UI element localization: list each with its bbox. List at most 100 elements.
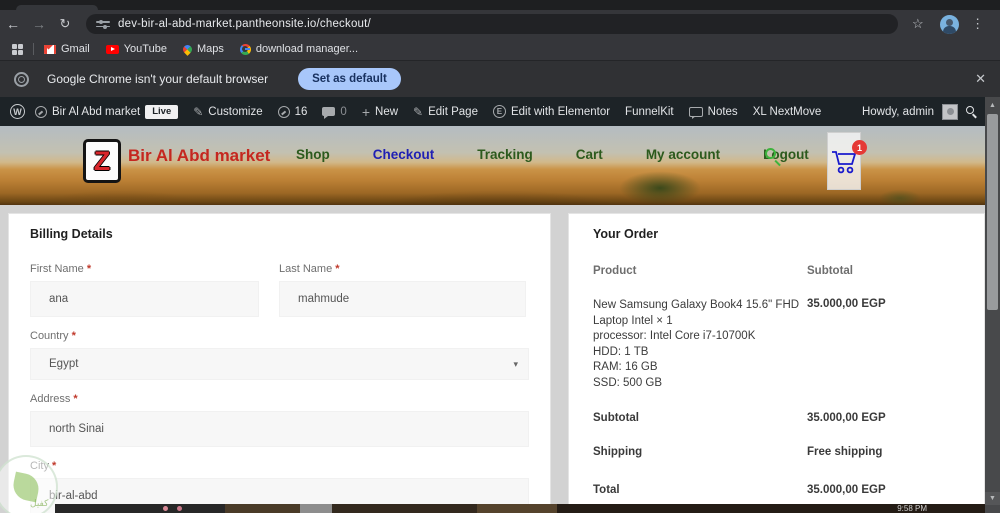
shipping-label: Shipping xyxy=(593,446,643,458)
profile-avatar[interactable] xyxy=(939,14,959,34)
comments-count: 0 xyxy=(340,105,347,118)
forward-icon[interactable]: → xyxy=(26,16,52,32)
scroll-down-icon[interactable]: ▼ xyxy=(985,492,1000,505)
admin-avatar[interactable] xyxy=(942,103,958,120)
divider xyxy=(33,43,34,55)
scroll-up-icon[interactable]: ▲ xyxy=(985,99,1000,112)
adminbar-customize[interactable]: ✎ Customize xyxy=(193,105,262,119)
bookmarks-bar: Gmail YouTube Maps download manager... xyxy=(0,38,1000,60)
adminbar-comments[interactable]: 0 xyxy=(322,105,347,119)
updates-icon xyxy=(277,105,290,118)
country-value: Egypt xyxy=(49,358,79,370)
nav-checkout[interactable]: Checkout xyxy=(373,147,435,162)
infobar-message: Google Chrome isn't your default browser xyxy=(47,72,269,86)
subtotal-label: Subtotal xyxy=(593,412,639,424)
adminbar-search-icon[interactable] xyxy=(966,106,977,119)
site-info-icon[interactable] xyxy=(96,19,110,29)
browser-window: ← → ↻ dev-bir-al-abd-market.pantheonsite… xyxy=(0,0,1000,513)
updates-count: 16 xyxy=(294,105,308,118)
wp-admin-bar: W Bir Al Abd market Live ✎ Customize 16 … xyxy=(0,97,985,126)
customize-label: Customize xyxy=(208,105,263,118)
order-subtotal-row: Subtotal 35.000,00 EGP xyxy=(593,412,963,424)
comments-bubble-icon xyxy=(322,107,336,119)
order-shipping-row: Shipping Free shipping xyxy=(593,446,963,458)
billing-details-card: Billing Details First Name * Last Name * xyxy=(8,213,551,513)
xl-nextmove-label: XL NextMove xyxy=(752,105,822,118)
bookmark-label: Maps xyxy=(196,43,224,55)
default-browser-infobar: Google Chrome isn't your default browser… xyxy=(0,60,1000,97)
first-name-field[interactable] xyxy=(30,281,259,317)
google-g-icon xyxy=(239,43,251,55)
dashboard-icon xyxy=(35,105,47,118)
bookmark-maps[interactable]: Maps xyxy=(181,42,224,56)
apps-grid-icon[interactable] xyxy=(12,43,23,55)
browser-menu-icon[interactable]: ⋮ xyxy=(969,16,987,32)
site-header: Z Bir Al Abd market Shop Checkout Tracki… xyxy=(0,126,985,205)
country-select[interactable]: Egypt ▾ xyxy=(30,348,529,380)
scrollbar-thumb[interactable] xyxy=(987,114,998,310)
product-qty-line: Laptop Intel × 1 xyxy=(593,314,673,327)
site-logo[interactable]: Z xyxy=(83,139,121,183)
order-heading: Your Order xyxy=(593,227,659,241)
bookmark-download-manager[interactable]: download manager... xyxy=(239,43,359,55)
notes-bubble-icon xyxy=(688,106,703,119)
infobar-close-icon[interactable]: ✕ xyxy=(975,71,986,87)
page-content: Billing Details First Name * Last Name * xyxy=(0,205,985,513)
page-scrollbar[interactable]: ▲ ▼ xyxy=(985,97,1000,513)
order-item-row: New Samsung Galaxy Book4 15.6" FHD Lapto… xyxy=(593,298,963,391)
adminbar-site-name[interactable]: Bir Al Abd market Live xyxy=(35,104,179,119)
url-text[interactable]: dev-bir-al-abd-market.pantheonsite.io/ch… xyxy=(118,18,371,30)
set-as-default-button[interactable]: Set as default xyxy=(298,68,401,90)
bookmark-label: YouTube xyxy=(123,43,167,55)
bookmark-gmail[interactable]: Gmail xyxy=(44,43,90,55)
adminbar-xl-nextmove[interactable]: XL NextMove xyxy=(753,106,822,118)
watermark-text: كفيل xyxy=(30,498,49,508)
clock-text: 9:58 PM xyxy=(897,504,927,513)
last-name-label: Last Name * xyxy=(279,263,340,275)
bookmark-youtube[interactable]: YouTube xyxy=(105,43,167,55)
bookmark-label: download manager... xyxy=(255,43,359,55)
back-icon[interactable]: ← xyxy=(0,16,26,32)
product-name-line: New Samsung Galaxy Book4 15.6" FHD xyxy=(593,299,800,311)
product-spec-hdd: HDD: 1 TB xyxy=(593,345,649,358)
nav-my-account[interactable]: My account xyxy=(646,147,720,162)
elementor-icon: E xyxy=(492,105,506,118)
adminbar-new[interactable]: + New xyxy=(362,104,398,120)
site-name-label: Bir Al Abd market xyxy=(52,105,141,118)
address-field[interactable] xyxy=(30,411,529,447)
required-mark: * xyxy=(73,393,78,405)
item-price: 35.000,00 EGP xyxy=(807,298,886,310)
nav-cart[interactable]: Cart xyxy=(576,147,603,162)
site-title[interactable]: Bir Al Abd market xyxy=(128,146,270,166)
nav-shop[interactable]: Shop xyxy=(296,147,330,162)
next-section-strip: 9:58 PM xyxy=(55,504,985,513)
plus-icon: + xyxy=(361,103,371,120)
header-search-icon[interactable] xyxy=(765,148,781,167)
adminbar-updates[interactable]: 16 xyxy=(277,105,308,118)
product-spec-processor: processor: Intel Core i7-10700K xyxy=(593,330,756,342)
total-label: Total xyxy=(593,484,620,496)
wordpress-logo-icon[interactable]: W xyxy=(10,104,25,119)
funnelkit-label: FunnelKit xyxy=(625,105,674,118)
required-mark: * xyxy=(71,330,76,342)
gmail-icon xyxy=(44,44,56,54)
address-bar[interactable]: dev-bir-al-abd-market.pantheonsite.io/ch… xyxy=(86,14,898,34)
cart-button[interactable]: 1 xyxy=(827,132,867,190)
address-label: Address * xyxy=(30,393,78,405)
live-badge: Live xyxy=(145,104,179,119)
product-column-header: Product xyxy=(593,265,637,277)
adminbar-edit-with-elementor[interactable]: E Edit with Elementor xyxy=(492,105,610,118)
subtotal-column-header: Subtotal xyxy=(807,265,853,277)
adminbar-edit-page[interactable]: ✎ Edit Page xyxy=(413,105,478,119)
adminbar-notes[interactable]: Notes xyxy=(688,106,738,119)
required-mark: * xyxy=(86,263,92,275)
required-mark: * xyxy=(335,263,340,275)
nav-tracking[interactable]: Tracking xyxy=(477,147,533,162)
adminbar-funnelkit[interactable]: FunnelKit xyxy=(625,106,674,118)
howdy-admin-label[interactable]: Howdy, admin xyxy=(862,106,934,118)
last-name-field[interactable] xyxy=(279,281,526,317)
reload-icon[interactable]: ↻ xyxy=(52,16,78,32)
maps-pin-icon xyxy=(181,42,194,56)
pencil-icon: ✎ xyxy=(413,104,424,119)
bookmark-star-icon[interactable]: ☆ xyxy=(912,16,924,32)
